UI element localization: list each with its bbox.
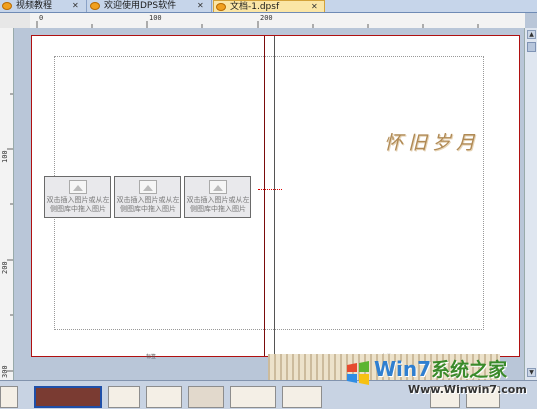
document-tab-bar: 视频教程 ✕ 欢迎使用DPS软件 ✕ 文档-1.dpsf ✕ (0, 0, 537, 13)
page-thumbnail[interactable] (282, 386, 322, 408)
ruler-tick-label: 100 (1, 150, 9, 163)
scroll-up-arrow-icon[interactable]: ▲ (527, 30, 536, 39)
placeholder-text: 双击插入图片或从左侧图库中拖入图片 (46, 196, 110, 213)
watermark-url: Www.Winwin7.com (408, 383, 527, 396)
close-icon[interactable]: ✕ (311, 1, 318, 13)
tab-welcome[interactable]: 欢迎使用DPS软件 ✕ (88, 0, 212, 12)
horizontal-ruler: 0 100 200 (30, 13, 525, 29)
tab-video-tutorial[interactable]: 视频教程 ✕ (0, 0, 87, 12)
watermark-brand: Win7系统之家 (374, 355, 507, 382)
page-thumbnail[interactable] (0, 386, 18, 408)
spine-line-right (274, 36, 275, 356)
page-label: 标签 (146, 354, 157, 360)
page-thumbnail[interactable] (230, 386, 276, 408)
dps-app-icon (2, 2, 12, 10)
dps-app-icon (90, 2, 100, 10)
image-icon (209, 180, 227, 194)
placeholder-text: 双击插入图片或从左侧图库中拖入图片 (186, 196, 250, 213)
vertical-ruler: 100 200 300 (0, 28, 14, 380)
title-art-text[interactable]: 怀旧岁月 (384, 128, 480, 155)
ruler-tick-label: 0 (39, 14, 44, 22)
spine-marker (258, 189, 282, 192)
vertical-scrollbar[interactable]: ▲ ▼ (524, 28, 537, 380)
page-thumbnail[interactable] (188, 386, 224, 408)
page-thumbnail[interactable] (108, 386, 140, 408)
canvas-workspace[interactable]: 怀旧岁月 双击插入图片或从左侧图库中拖入图片 双击插入图片或从左侧图库中拖入图片… (14, 28, 524, 380)
scroll-down-arrow-icon[interactable]: ▼ (527, 368, 536, 377)
watermark-brand-cn: 系统之家 (431, 359, 508, 381)
ruler-corner (0, 13, 30, 28)
ruler-ticks (36, 21, 479, 28)
tab-label: 文档-1.dpsf (230, 2, 280, 12)
document-page[interactable]: 怀旧岁月 双击插入图片或从左侧图库中拖入图片 双击插入图片或从左侧图库中拖入图片… (31, 35, 520, 360)
close-icon[interactable]: ✕ (197, 0, 204, 12)
dps-app-icon (216, 3, 226, 11)
ruler-tick-label: 100 (149, 14, 162, 22)
page-thumbnail[interactable] (146, 386, 182, 408)
image-placeholder[interactable]: 双击插入图片或从左侧图库中拖入图片 (184, 176, 251, 218)
image-placeholder[interactable]: 双击插入图片或从左侧图库中拖入图片 (114, 176, 181, 218)
image-placeholder[interactable]: 双击插入图片或从左侧图库中拖入图片 (44, 176, 111, 218)
ruler-ticks (7, 93, 13, 372)
windows-logo-icon (347, 361, 369, 385)
image-icon (69, 180, 87, 194)
page-thumbnail-selected[interactable] (34, 386, 102, 408)
tab-document-1[interactable]: 文档-1.dpsf ✕ (213, 0, 325, 12)
scrollbar-thumb[interactable] (527, 42, 536, 52)
ruler-tick-label: 300 (1, 365, 9, 378)
ruler-tick-label: 200 (260, 14, 273, 22)
watermark-brand-en: Win7 (374, 357, 432, 381)
close-icon[interactable]: ✕ (72, 0, 79, 12)
ruler-tick-label: 200 (1, 261, 9, 274)
spine-line-left (264, 36, 265, 356)
tab-label: 视频教程 (16, 1, 53, 11)
placeholder-text: 双击插入图片或从左侧图库中拖入图片 (116, 196, 180, 213)
image-icon (139, 180, 157, 194)
tab-label: 欢迎使用DPS软件 (104, 1, 177, 11)
